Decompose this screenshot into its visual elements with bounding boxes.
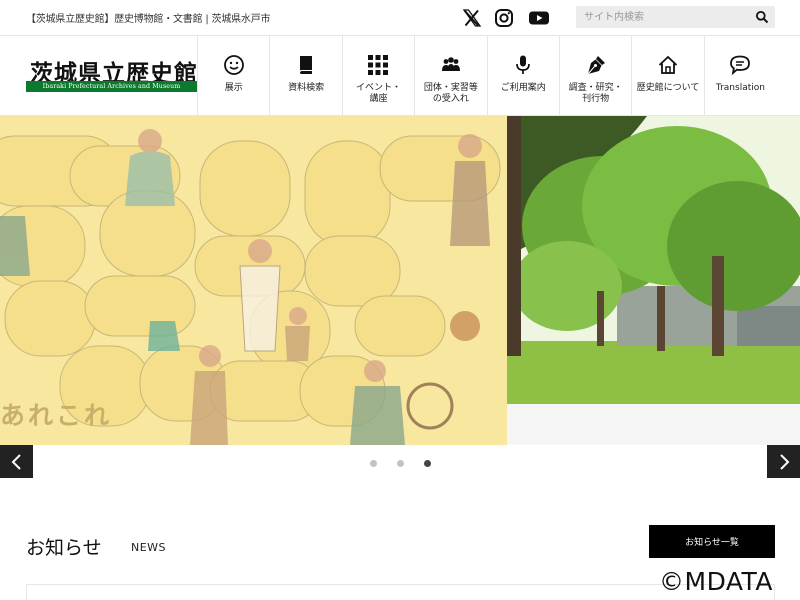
- global-nav: 展示 資料検索 イベント・ 講座 団体・実習等 の受入れ ご利用案内 調査・研究…: [197, 36, 800, 115]
- nav-label: 資料検索: [288, 83, 325, 93]
- youtube-icon[interactable]: [528, 8, 550, 28]
- nav-item-collection-search[interactable]: 資料検索: [269, 36, 341, 115]
- site-search: [576, 6, 775, 28]
- instagram-icon[interactable]: [494, 8, 514, 28]
- slide-caption: あれこれ: [0, 401, 113, 430]
- slider-dot-2[interactable]: [397, 460, 404, 467]
- nav-label: Translation: [715, 83, 765, 93]
- slider-dot-3[interactable]: [424, 460, 431, 467]
- watermark: ©MDATA: [659, 567, 773, 596]
- park-photo: [507, 116, 800, 404]
- site-logo[interactable]: 茨城県立歴史館 Ibaraki Prefectural Archives and…: [26, 54, 197, 94]
- slider-dot-1[interactable]: [370, 460, 377, 467]
- hero-slider: あれこれ: [0, 116, 800, 445]
- book-icon: [299, 56, 313, 74]
- nav-label: イベント・ 講座: [355, 83, 401, 104]
- smile-icon: [223, 55, 244, 75]
- microphone-icon: [516, 55, 531, 74]
- news-list-button[interactable]: お知らせ一覧: [649, 525, 775, 558]
- speech-bubble-icon: [730, 55, 751, 76]
- nav-label: 歴史館について: [636, 83, 700, 93]
- chevron-left-icon: [11, 453, 21, 470]
- news-subtitle: NEWS: [131, 541, 167, 554]
- search-icon[interactable]: [755, 10, 769, 24]
- search-input[interactable]: [576, 6, 751, 28]
- chevron-right-icon: [779, 453, 789, 470]
- top-utility-bar: 【茨城県立歴史館】歴史博物館・文書館 | 茨城県水戸市: [0, 0, 800, 35]
- nav-item-events[interactable]: イベント・ 講座: [341, 36, 414, 115]
- nav-item-visitor-guide[interactable]: ご利用案内: [486, 36, 559, 115]
- nav-item-group-visits[interactable]: 団体・実習等 の受入れ: [414, 36, 486, 115]
- pen-nib-icon: [587, 56, 605, 75]
- nav-label: ご利用案内: [500, 83, 546, 93]
- nav-label: 調査・研究・ 刊行物: [568, 83, 623, 104]
- home-icon: [658, 55, 678, 74]
- nav-label: 団体・実習等 の受入れ: [423, 83, 478, 104]
- slide-photo[interactable]: [507, 116, 800, 404]
- news-title: お知らせ: [26, 537, 102, 559]
- site-tagline: 【茨城県立歴史館】歴史博物館・文書館 | 茨城県水戸市: [26, 14, 271, 25]
- x-icon[interactable]: [462, 8, 482, 28]
- slider-prev-button[interactable]: [0, 445, 33, 478]
- slide-illustration[interactable]: あれこれ: [0, 116, 507, 445]
- site-header: 茨城県立歴史館 Ibaraki Prefectural Archives and…: [0, 35, 800, 116]
- grid-icon: [368, 55, 389, 75]
- nav-label: 展示: [224, 83, 243, 93]
- nav-item-translation[interactable]: Translation: [703, 36, 776, 115]
- slider-dots: [370, 460, 440, 468]
- nav-item-exhibition[interactable]: 展示: [197, 36, 269, 115]
- nav-item-about[interactable]: 歴史館について: [631, 36, 703, 115]
- logo-english: Ibaraki Prefectural Archives and Museum: [26, 81, 197, 92]
- group-icon: [441, 57, 460, 71]
- nav-item-research[interactable]: 調査・研究・ 刊行物: [558, 36, 631, 115]
- slider-next-button[interactable]: [767, 445, 800, 478]
